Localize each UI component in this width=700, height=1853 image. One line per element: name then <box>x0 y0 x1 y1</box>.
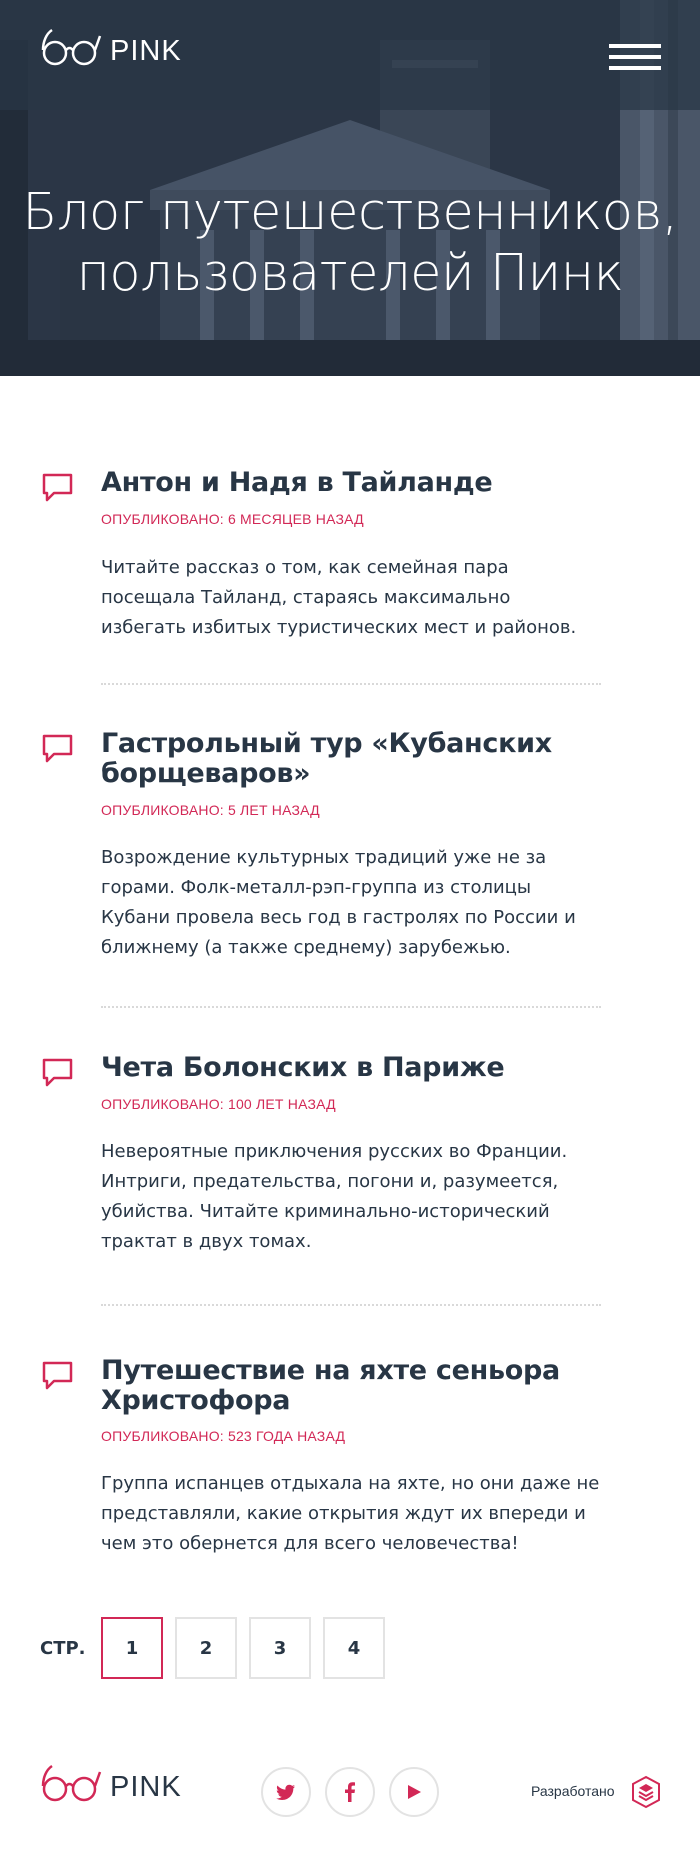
post-divider <box>101 683 601 685</box>
post-excerpt: Читайте рассказ о том, как семейная пара… <box>101 557 577 638</box>
pagination-label: СТР. <box>40 1638 86 1659</box>
twitter-link[interactable] <box>261 1767 311 1817</box>
post-excerpt: Невероятные приключения русских во Франц… <box>101 1141 568 1252</box>
post-date: ОПУБЛИКОВАНО: 100 ЛЕТ НАЗАД <box>101 1096 336 1112</box>
post-divider <box>101 1006 601 1008</box>
footer-logo[interactable]: PINK <box>40 1762 182 1806</box>
facebook-link[interactable] <box>325 1767 375 1817</box>
youtube-link[interactable] <box>389 1767 439 1817</box>
burger-line-icon <box>609 44 661 48</box>
page-button-2[interactable]: 2 <box>175 1617 237 1679</box>
page-button-1[interactable]: 1 <box>101 1617 163 1679</box>
developer-logo-icon[interactable] <box>631 1775 661 1809</box>
logo-text: PINK <box>110 34 182 67</box>
post-date: ОПУБЛИКОВАНО: 5 ЛЕТ НАЗАД <box>101 802 320 818</box>
post-title[interactable]: Чета Болонских в Париже <box>101 1053 621 1083</box>
developer-label: Разработано <box>531 1783 615 1799</box>
post-divider <box>101 1304 601 1306</box>
youtube-icon <box>408 1785 421 1799</box>
twitter-icon <box>276 1784 295 1800</box>
comment-icon <box>42 473 73 502</box>
page-title-line-2: пользователей Пинк <box>76 244 624 303</box>
burger-line-icon <box>609 66 661 70</box>
page-button-4[interactable]: 4 <box>323 1617 385 1679</box>
comment-icon <box>42 1058 73 1087</box>
glasses-logo-icon <box>41 28 102 66</box>
page-button-3[interactable]: 3 <box>249 1617 311 1679</box>
page-title-line-1: Блог путешественников, <box>22 183 678 242</box>
post-title[interactable]: Путешествие на яхте сеньора Христофора <box>101 1356 621 1416</box>
post-excerpt: Группа испанцев отдыхала на яхте, но они… <box>101 1473 600 1554</box>
post-excerpt: Возрождение культурных традиций уже не з… <box>101 847 576 958</box>
post-title[interactable]: Гастрольный тур «Кубанских борщеваров» <box>101 729 621 789</box>
page-title: Блог путешественников, пользователей Пин… <box>0 182 700 304</box>
footer-logo-text: PINK <box>110 1770 182 1803</box>
post-date: ОПУБЛИКОВАНО: 6 МЕСЯЦЕВ НАЗАД <box>101 511 364 527</box>
comment-icon <box>42 734 73 763</box>
hero-header: PINK Блог путешественников, пользователе… <box>0 0 700 376</box>
post-title[interactable]: Антон и Надя в Тайланде <box>101 468 621 498</box>
post-date: ОПУБЛИКОВАНО: 523 ГОДА НАЗАД <box>101 1428 346 1444</box>
glasses-logo-icon <box>41 1764 102 1802</box>
site-logo[interactable]: PINK <box>40 26 182 70</box>
burger-line-icon <box>609 55 661 59</box>
menu-toggle-button[interactable] <box>609 44 661 70</box>
facebook-icon <box>345 1782 355 1802</box>
comment-icon <box>42 1361 73 1390</box>
